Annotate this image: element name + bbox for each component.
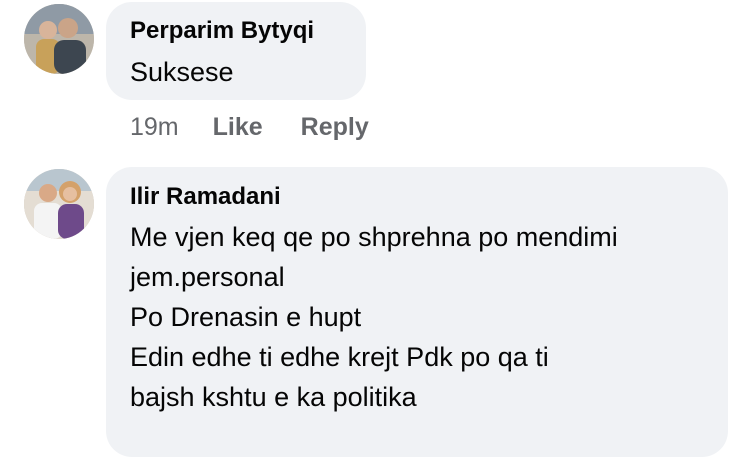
avatar[interactable] [24, 169, 94, 239]
comment-text-line: Me vjen keq qe po shprehna po mendimi [130, 222, 618, 252]
comment-text-line: jem.personal [130, 262, 285, 292]
comment-text-line: Po Drenasin e hupt [130, 302, 362, 332]
comment-text-line: Edin edhe ti edhe krejt Pdk po qa ti [130, 342, 549, 372]
comment-timestamp[interactable]: 19m [130, 113, 179, 142]
comment-text: Suksese [130, 57, 234, 87]
avatar[interactable] [24, 4, 94, 74]
like-button[interactable]: Like [213, 113, 263, 142]
comment-text-line: bajsh kshtu e ka politika [130, 382, 417, 412]
comment-author-name[interactable]: Ilir Ramadani [130, 183, 281, 211]
reply-button[interactable]: Reply [301, 113, 369, 142]
comment-author-name[interactable]: Perparim Bytyqi [130, 17, 314, 45]
comment-actions: 19m Like Reply [130, 113, 407, 142]
